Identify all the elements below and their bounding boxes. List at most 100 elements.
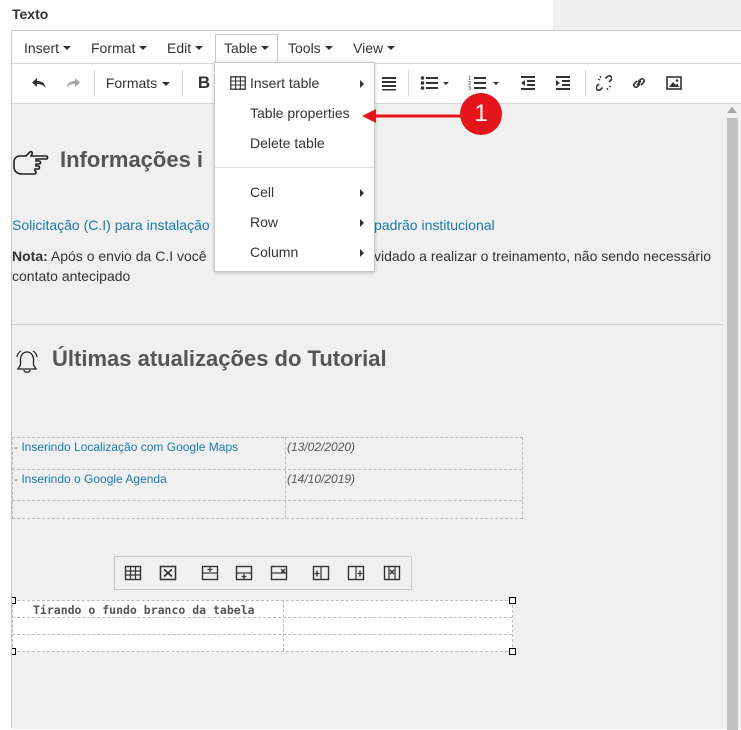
update-date: (14/10/2019) (287, 472, 356, 486)
note-text-a: Após o envio da C.I você (47, 248, 207, 264)
menu-item-label: Column (250, 244, 299, 260)
menu-item-label: Row (250, 214, 279, 230)
image-icon (666, 76, 682, 90)
menu-item-insert-table[interactable]: Insert table (215, 69, 374, 97)
outdent-button[interactable] (516, 69, 540, 97)
note-text-line1: Nota: Após o envio da C.I você (12, 246, 207, 266)
delete-row-icon[interactable] (270, 564, 288, 582)
caret-down-icon (63, 46, 72, 51)
resize-handle[interactable] (12, 597, 16, 604)
insert-column-after-icon[interactable] (347, 564, 365, 582)
menu-label: Format (91, 40, 136, 56)
numbered-list-icon: 123 (468, 76, 499, 92)
menu-edit[interactable]: Edit (167, 35, 204, 61)
menu-item-row[interactable]: Row (215, 208, 374, 236)
menu-item-delete-table[interactable]: Delete table (215, 129, 374, 157)
menu-label: Insert (24, 40, 60, 56)
submenu-arrow-icon (360, 80, 364, 88)
menu-label: Tools (288, 40, 321, 56)
update-link-google-agenda[interactable]: - Inserindo o Google Agenda (14, 472, 167, 486)
alarm-bell-icon (16, 350, 38, 373)
note-text-b: vidado a realizar o treinamento, não sen… (374, 248, 711, 264)
indent-button[interactable] (551, 69, 575, 97)
table-divider (12, 469, 522, 470)
menu-format[interactable]: Format (91, 35, 148, 61)
table-menu-dropdown: Insert table Table properties Delete tab… (214, 62, 375, 272)
field-label: Texto (12, 6, 49, 22)
unlink-icon (595, 74, 613, 92)
table-divider (12, 500, 522, 501)
submenu-arrow-icon (360, 189, 364, 197)
rich-text-editor: Insert Format Edit Table Tools View Form… (11, 30, 741, 730)
indent-icon (556, 76, 570, 90)
align-justify-icon (382, 77, 396, 91)
resize-handle[interactable] (509, 648, 516, 655)
caret-down-icon (139, 46, 148, 51)
align-justify-button[interactable] (377, 69, 401, 97)
menu-separator (215, 167, 374, 168)
menu-table[interactable]: Table (215, 34, 279, 64)
bullet-list-button[interactable] (415, 69, 455, 97)
note-text-line2: contato antecipado (12, 268, 131, 284)
menu-insert[interactable]: Insert (24, 35, 72, 61)
bullet-list-icon (420, 76, 449, 90)
submenu-arrow-icon (360, 219, 364, 227)
note-label: Nota: (12, 248, 48, 264)
insert-row-after-icon[interactable] (235, 564, 253, 582)
link-padrao-institucional[interactable]: padrão institucional (374, 217, 495, 233)
outdent-icon (521, 76, 535, 90)
menu-item-table-properties[interactable]: Table properties (215, 99, 374, 127)
table-divider (285, 437, 286, 518)
menu-item-column[interactable]: Column (215, 238, 374, 266)
menu-item-label: Insert table (250, 75, 320, 91)
unlink-button[interactable] (592, 69, 616, 97)
insert-row-before-icon[interactable] (201, 564, 219, 582)
pointing-hand-icon (13, 150, 49, 175)
caret-down-icon (387, 46, 396, 51)
table-divider (283, 600, 284, 651)
table-icon[interactable] (124, 564, 142, 582)
formats-dropdown[interactable]: Formats (102, 69, 174, 97)
redo-button[interactable] (60, 69, 86, 97)
resize-handle[interactable] (12, 648, 16, 655)
bold-button[interactable]: B (192, 69, 216, 97)
toolbar-separator (408, 70, 409, 96)
caret-down-icon (195, 46, 204, 51)
table-cell-text: Tirando o fundo branco da tabela (33, 603, 255, 617)
scroll-up-arrow-icon[interactable] (727, 107, 737, 113)
link-icon (632, 77, 646, 89)
toolbar: Formats B 123 (12, 64, 741, 104)
update-link-google-maps[interactable]: - Inserindo Localização com Google Maps (14, 440, 238, 454)
update-date: (13/02/2020) (287, 440, 356, 454)
submenu-arrow-icon (360, 249, 364, 257)
menubar: Insert Format Edit Table Tools View (12, 31, 741, 64)
vertical-scrollbar[interactable] (723, 104, 741, 730)
section-heading-ultimas-atualizacoes: Últimas atualizações do Tutorial (52, 346, 387, 371)
caret-down-icon (162, 82, 171, 87)
svg-text:3: 3 (468, 86, 471, 91)
menu-label: View (353, 40, 384, 56)
menu-tools[interactable]: Tools (288, 35, 333, 61)
menu-item-label: Table properties (250, 105, 350, 121)
undo-button[interactable] (26, 69, 52, 97)
delete-table-icon[interactable] (159, 564, 177, 582)
menu-label: Edit (167, 40, 192, 56)
image-button[interactable] (662, 69, 686, 97)
delete-column-icon[interactable] (383, 564, 401, 582)
link-solicitacao[interactable]: Solicitação (C.I) para instalação (12, 217, 210, 233)
menu-label: Table (224, 40, 258, 56)
callout-arrow-icon (362, 109, 462, 123)
menu-view[interactable]: View (353, 35, 396, 61)
table-divider (12, 617, 512, 618)
formats-label: Formats (105, 75, 158, 91)
bold-label: B (197, 73, 211, 92)
toolbar-separator (94, 70, 95, 96)
resize-handle[interactable] (509, 597, 516, 604)
table-icon (230, 76, 246, 90)
link-button[interactable] (627, 69, 651, 97)
table-divider (12, 634, 512, 635)
menu-item-cell[interactable]: Cell (215, 178, 374, 206)
scrollbar-thumb[interactable] (727, 118, 738, 730)
insert-column-before-icon[interactable] (312, 564, 330, 582)
caret-down-icon (324, 46, 333, 51)
